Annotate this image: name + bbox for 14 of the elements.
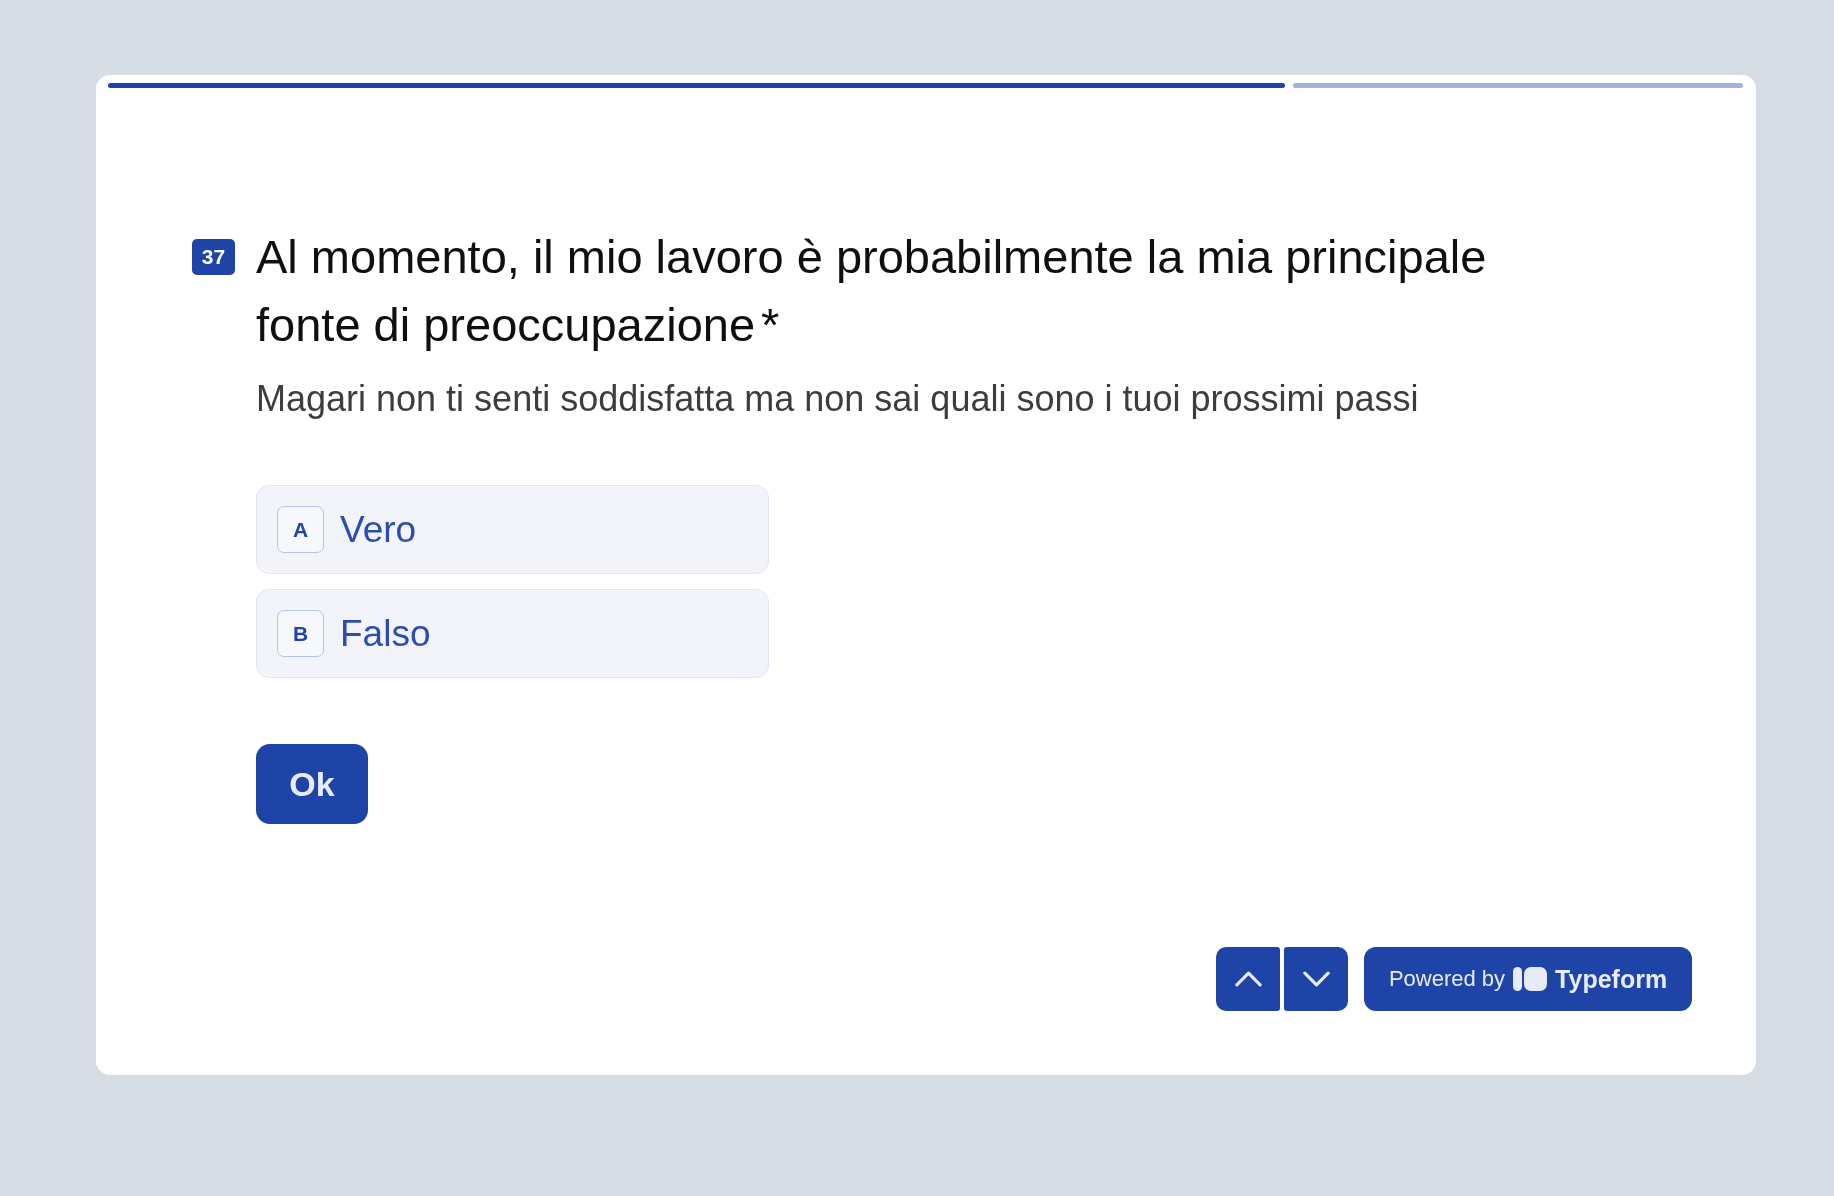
choice-key: A [277, 506, 324, 553]
question-description: Magari non ti senti soddisfatta ma non sai quali sono i tuoi prossimi passi [256, 378, 1419, 420]
choice-option[interactable]: B Falso [256, 589, 769, 678]
question-title: Al momento, il mio lavoro è probabilmente la mia principale fonte di preoccupazione* [256, 229, 1488, 353]
powered-by-button[interactable]: Powered by Typeform [1364, 947, 1692, 1011]
chevron-up-icon [1234, 971, 1262, 987]
question-number: 37 [192, 239, 235, 275]
choice-key: B [277, 610, 324, 657]
next-question-button[interactable] [1284, 947, 1348, 1011]
brand-logo-icon [1513, 967, 1548, 991]
ok-button[interactable]: Ok [256, 744, 368, 824]
chevron-down-icon [1302, 971, 1330, 987]
previous-question-button[interactable] [1216, 947, 1280, 1011]
choice-option[interactable]: A Vero [256, 485, 769, 574]
